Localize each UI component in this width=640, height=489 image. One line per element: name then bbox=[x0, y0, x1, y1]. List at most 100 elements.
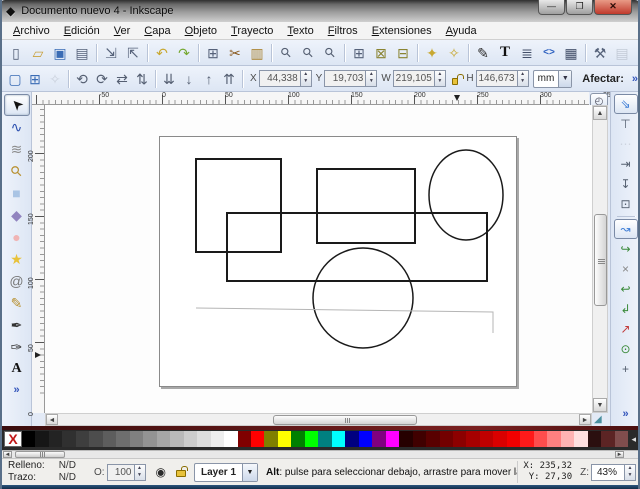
y-field-value[interactable]: 19,703 bbox=[324, 70, 366, 87]
palette-swatch-7[interactable] bbox=[116, 431, 129, 447]
palette-swatch-28[interactable] bbox=[399, 431, 412, 447]
layer-visibility-eye-icon[interactable]: ◉ bbox=[156, 465, 166, 479]
save-document[interactable]: ▣ bbox=[49, 43, 71, 63]
palette-swatch-37[interactable] bbox=[520, 431, 533, 447]
palette-swatch-23[interactable] bbox=[332, 431, 345, 447]
duplicate[interactable]: ⊞ bbox=[348, 43, 370, 63]
palette-swatch-15[interactable] bbox=[224, 431, 237, 447]
tool-spiral[interactable]: @ bbox=[4, 270, 30, 292]
open-document[interactable]: ▱ bbox=[27, 43, 49, 63]
palette-swatch-12[interactable] bbox=[184, 431, 197, 447]
preferences[interactable]: ⚒ bbox=[589, 43, 611, 63]
palette-swatch-34[interactable] bbox=[480, 431, 493, 447]
tool-text[interactable]: A bbox=[4, 358, 30, 380]
palette-swatch-39[interactable] bbox=[547, 431, 560, 447]
palette-swatch-30[interactable] bbox=[426, 431, 439, 447]
tool-star[interactable]: ★ bbox=[4, 248, 30, 270]
minimize-button[interactable]: — bbox=[538, 0, 565, 15]
palette-swatch-16[interactable] bbox=[238, 431, 251, 447]
snap-paths[interactable]: ↪ bbox=[614, 239, 638, 259]
opacity-spinner[interactable]: ▲▼ bbox=[135, 464, 146, 481]
palette-swatch-14[interactable] bbox=[211, 431, 224, 447]
zoom-value[interactable]: 43% bbox=[591, 464, 625, 481]
vertical-scrollbar-thumb[interactable] bbox=[594, 214, 607, 306]
menu-objeto[interactable]: Objeto bbox=[178, 24, 224, 38]
menu-texto[interactable]: Texto bbox=[280, 24, 320, 38]
vertical-scrollbar[interactable]: ▲ ▼ bbox=[592, 105, 608, 413]
snap-smooth-nodes[interactable]: ↲ bbox=[614, 299, 638, 319]
palette-swatch-19[interactable] bbox=[278, 431, 291, 447]
cut[interactable]: ✂ bbox=[224, 43, 246, 63]
palette-swatch-1[interactable] bbox=[35, 431, 48, 447]
palette-swatch-35[interactable] bbox=[493, 431, 506, 447]
title-bar[interactable]: ◆ Documento nuevo 4 - Inkscape — ❐ ✕ bbox=[0, 0, 640, 22]
xml-editor[interactable]: <> bbox=[538, 43, 560, 63]
tool-3dbox[interactable]: ◆ bbox=[4, 204, 30, 226]
tool-ellipse[interactable]: ● bbox=[4, 226, 30, 248]
rotate-90-cw[interactable]: ⟳ bbox=[92, 69, 112, 89]
palette-swatch-21[interactable] bbox=[305, 431, 318, 447]
toolbox-overflow-chevron[interactable]: » bbox=[13, 384, 19, 396]
palette-more-arrow-icon[interactable]: ◂ bbox=[631, 434, 636, 445]
canvas-shape-polyline-5[interactable] bbox=[196, 308, 493, 333]
fill-stroke-dialog[interactable]: ✎ bbox=[472, 43, 494, 63]
scroll-down-icon[interactable]: ▼ bbox=[593, 398, 607, 412]
snap-path-intersections[interactable]: × bbox=[614, 259, 638, 279]
scroll-up-icon[interactable]: ▲ bbox=[593, 106, 607, 120]
horizontal-ruler[interactable]: -5005010015020025030035 bbox=[32, 92, 589, 105]
palette-scrollbar[interactable]: ◄ ► bbox=[2, 450, 638, 458]
canvas-shape-ellipse-3[interactable] bbox=[429, 150, 503, 240]
text-dialog[interactable]: T bbox=[494, 43, 516, 63]
unlink-clone[interactable]: ⊟ bbox=[392, 43, 414, 63]
tool-pencil[interactable]: ✎ bbox=[4, 292, 30, 314]
width-field[interactable]: W 219,105 ▲▼ bbox=[381, 70, 445, 87]
palette-swatch-3[interactable] bbox=[62, 431, 75, 447]
menu-edicion[interactable]: Edición bbox=[57, 24, 107, 38]
palette-swatch-25[interactable] bbox=[359, 431, 372, 447]
palette-swatch-36[interactable] bbox=[507, 431, 520, 447]
undo[interactable]: ↶ bbox=[151, 43, 173, 63]
zoom-drawing[interactable]: ⚲ bbox=[297, 43, 319, 63]
x-field[interactable]: X 44,338 ▲▼ bbox=[250, 70, 312, 87]
tool-selector[interactable]: ➤ bbox=[4, 94, 30, 116]
y-field[interactable]: Y 19,703 ▲▼ bbox=[316, 70, 378, 87]
opacity-value[interactable]: 100 bbox=[107, 464, 135, 481]
palette-swatch-13[interactable] bbox=[197, 431, 210, 447]
palette-swatch-20[interactable] bbox=[291, 431, 304, 447]
palette-swatch-41[interactable] bbox=[574, 431, 587, 447]
raise-to-top[interactable]: ⇈ bbox=[219, 69, 239, 89]
menu-trayecto[interactable]: Trayecto bbox=[224, 24, 280, 38]
snap-bbox-edge-midpoints[interactable]: ↧ bbox=[614, 174, 638, 194]
canvas-shape-rect-2[interactable] bbox=[227, 213, 487, 281]
canvas-shape-rect-0[interactable] bbox=[196, 159, 281, 252]
chevron-down-icon[interactable]: ▼ bbox=[242, 464, 257, 481]
palette-swatch-24[interactable] bbox=[345, 431, 358, 447]
palette-swatch-26[interactable] bbox=[372, 431, 385, 447]
horizontal-scrollbar-thumb[interactable] bbox=[273, 415, 417, 425]
palette-swatch-38[interactable] bbox=[534, 431, 547, 447]
lower[interactable]: ↓ bbox=[179, 69, 199, 89]
menu-archivo[interactable]: Archivo bbox=[6, 24, 57, 38]
snap-bounding-box[interactable]: ⊤ bbox=[614, 114, 638, 134]
palette-swatch-32[interactable] bbox=[453, 431, 466, 447]
palette-swatch-22[interactable] bbox=[318, 431, 331, 447]
menu-ayuda[interactable]: Ayuda bbox=[439, 24, 484, 38]
group-selection[interactable]: ✦ bbox=[421, 43, 443, 63]
menu-extensiones[interactable]: Extensiones bbox=[365, 24, 439, 38]
palette-swatch-0[interactable] bbox=[22, 431, 35, 447]
palette-swatch-6[interactable] bbox=[103, 431, 116, 447]
palette-swatch-10[interactable] bbox=[157, 431, 170, 447]
snap-grid-guide[interactable]: + bbox=[614, 359, 638, 379]
width-field-value[interactable]: 219,105 bbox=[393, 70, 435, 87]
menu-ver[interactable]: Ver bbox=[107, 24, 138, 38]
palette-swatch-9[interactable] bbox=[143, 431, 156, 447]
palette-scrollbar-thumb[interactable] bbox=[15, 451, 65, 458]
snap-bbox-corners[interactable]: ⇥ bbox=[614, 154, 638, 174]
layers-dialog[interactable]: ≣ bbox=[516, 43, 538, 63]
palette-swatch-4[interactable] bbox=[76, 431, 89, 447]
lock-ratio-icon[interactable] bbox=[452, 78, 459, 85]
palette-swatch-44[interactable] bbox=[615, 431, 628, 447]
redo[interactable]: ↷ bbox=[173, 43, 195, 63]
snap-nodes[interactable]: ↝ bbox=[614, 219, 638, 239]
snap-rotation-center[interactable]: ↗ bbox=[614, 319, 638, 339]
